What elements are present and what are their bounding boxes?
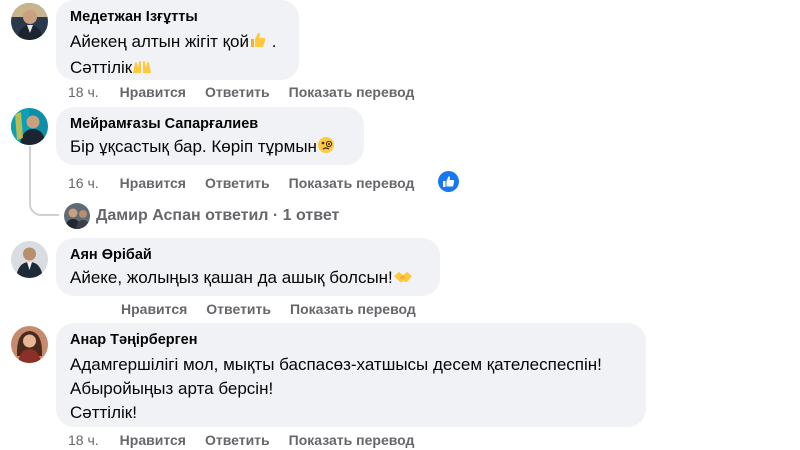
comment-time[interactable]: 16 ч. bbox=[68, 175, 99, 191]
reply-link[interactable]: Ответить bbox=[205, 84, 270, 100]
comment-actions: 18 ч. Нравится Ответить Показать перевод bbox=[68, 84, 414, 100]
thumbs-up-icon bbox=[249, 31, 267, 56]
avatar[interactable] bbox=[11, 326, 48, 363]
reply-link[interactable]: Ответить bbox=[205, 175, 270, 191]
comment-author[interactable]: Медетжан Ізғұтты bbox=[70, 7, 285, 27]
comment-author[interactable]: Аян Өрібай bbox=[70, 245, 426, 265]
comment-bubble: Мейрамғазы Сапарғалиев Бір ұқсастық бар.… bbox=[56, 107, 364, 165]
comment-text-line: Адамгершілігі мол, мықты баспасөз-хатшыс… bbox=[70, 355, 602, 374]
reply-link[interactable]: Ответить bbox=[205, 432, 270, 448]
avatar[interactable] bbox=[11, 108, 48, 145]
face-with-monocle-icon bbox=[317, 136, 335, 161]
comment-time[interactable]: 18 ч. bbox=[68, 84, 99, 100]
comment-bubble: Анар Тәңірберген Адамгершілігі мол, мықт… bbox=[56, 323, 646, 427]
reply-link[interactable]: Ответить bbox=[206, 301, 271, 317]
comment-time[interactable] bbox=[68, 301, 102, 317]
raised-hands-icon bbox=[132, 58, 152, 82]
comment-author[interactable]: Анар Тәңірберген bbox=[70, 330, 632, 350]
avatar bbox=[64, 203, 90, 229]
show-translation-link[interactable]: Показать перевод bbox=[290, 301, 416, 317]
comment-text-line: Айекең алтын жігіт қой . bbox=[70, 30, 285, 56]
like-reaction-icon[interactable] bbox=[438, 171, 459, 192]
comment-text-line: Абыройыңыз арта берсін! bbox=[70, 379, 274, 398]
show-translation-link[interactable]: Показать перевод bbox=[289, 175, 415, 191]
avatar[interactable] bbox=[11, 241, 48, 278]
like-link[interactable]: Нравится bbox=[121, 301, 187, 317]
avatar[interactable] bbox=[11, 3, 48, 40]
comment-text-line: Айеке, жолыңыз қашан да ашық болсын! bbox=[70, 266, 426, 292]
like-link[interactable]: Нравится bbox=[120, 432, 186, 448]
comment-time[interactable]: 18 ч. bbox=[68, 432, 99, 448]
replies-summary-text[interactable]: Дамир Аспан ответил · 1 ответ bbox=[96, 207, 339, 225]
comment-bubble: Медетжан Ізғұтты Айекең алтын жігіт қой … bbox=[56, 0, 299, 80]
comment-actions: Нравится Ответить Показать перевод bbox=[68, 301, 416, 317]
comment-text-line: Бір ұқсастық бар. Көріп тұрмын bbox=[70, 135, 350, 161]
comment-bubble: Аян Өрібай Айеке, жолыңыз қашан да ашық … bbox=[56, 238, 440, 296]
handshake-icon bbox=[393, 268, 413, 292]
replies-summary[interactable]: Дамир Аспан ответил · 1 ответ bbox=[64, 203, 339, 229]
thread-line bbox=[29, 146, 31, 198]
comment-author[interactable]: Мейрамғазы Сапарғалиев bbox=[70, 114, 350, 134]
like-link[interactable]: Нравится bbox=[120, 84, 186, 100]
comment-text-line: Сәттілік! bbox=[70, 403, 137, 422]
thread-connector bbox=[29, 196, 59, 216]
comment-actions: 16 ч. Нравится Ответить Показать перевод bbox=[68, 175, 414, 191]
comment-actions: 18 ч. Нравится Ответить Показать перевод bbox=[68, 432, 414, 448]
show-translation-link[interactable]: Показать перевод bbox=[289, 432, 415, 448]
comment-text-line: Сәттілік bbox=[70, 56, 285, 82]
show-translation-link[interactable]: Показать перевод bbox=[289, 84, 415, 100]
like-link[interactable]: Нравится bbox=[120, 175, 186, 191]
